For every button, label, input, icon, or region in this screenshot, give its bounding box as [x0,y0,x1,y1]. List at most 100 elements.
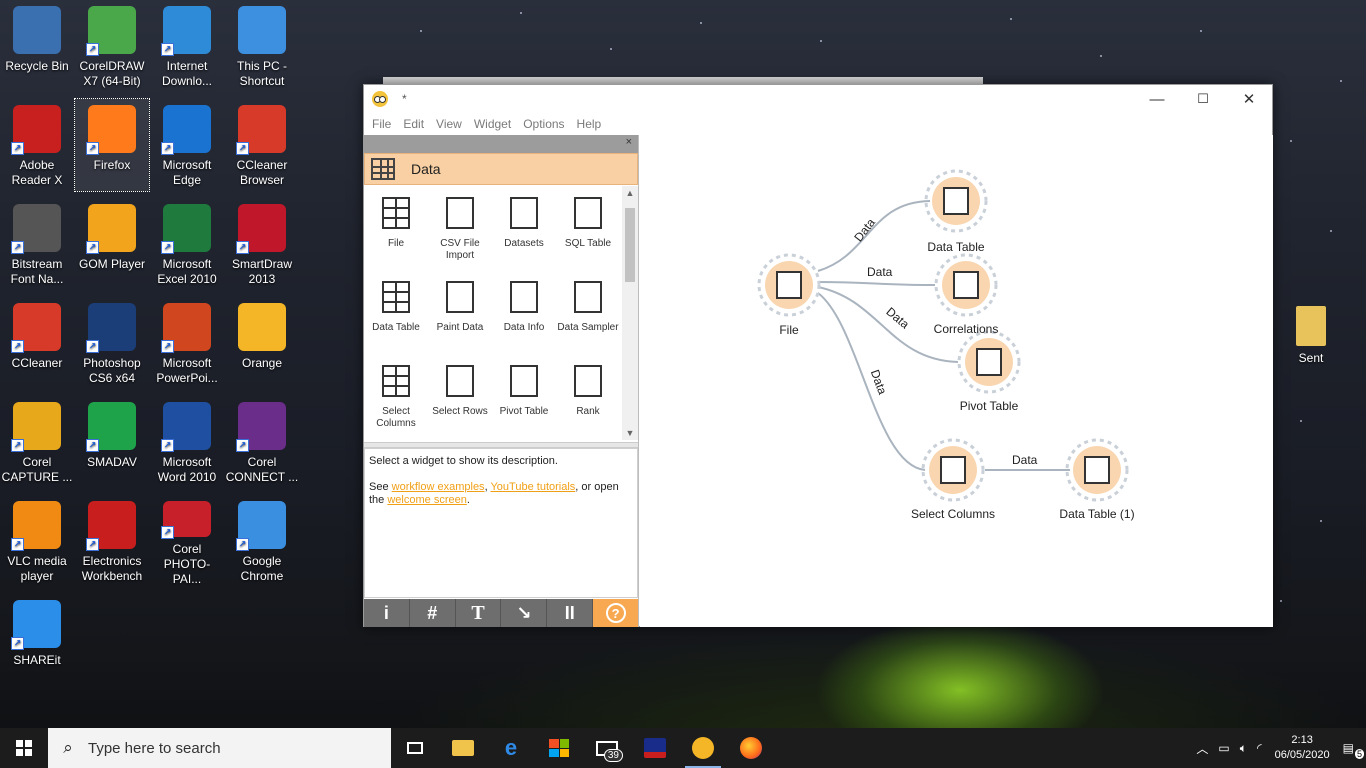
desktop-icon-corel-capture[interactable]: ↗ Corel CAPTURE ... [0,396,74,488]
node-correlations[interactable] [934,253,998,317]
electronics-workbench-taskbar-button[interactable] [631,728,679,768]
menu-options[interactable]: Options [517,117,570,131]
start-button[interactable] [0,728,48,768]
task-view-button[interactable] [391,728,439,768]
help-button[interactable]: ? [593,599,638,627]
store-button[interactable] [535,728,583,768]
desktop-icon-excel[interactable]: ↗ Microsoft Excel 2010 [150,198,224,290]
desktop-icon-label: This PC - Shortcut [236,59,287,88]
desktop-icon-internet-download-manager[interactable]: ↗ Internet Downlo... [150,0,224,92]
desktop-icon-electronics-workbench[interactable]: ↗ Electronics Workbench [75,495,149,587]
shortcut-arrow-icon: ↗ [86,439,99,452]
dock-close-icon[interactable]: × [626,136,632,148]
notification-center-button[interactable]: ▤ 5 [1338,741,1366,759]
desktop-icon-label: CCleaner [11,356,63,370]
desktop-icon-bitstream[interactable]: ↗ Bitstream Font Na... [0,198,74,290]
menu-widget[interactable]: Widget [468,117,517,131]
battery-icon[interactable]: ▭ [1213,741,1234,755]
youtube-tutorials-link[interactable]: YouTube tutorials [490,481,575,493]
widget-select-columns[interactable]: Select Columns [364,354,428,438]
desktop-icon-recycle-bin[interactable]: Recycle Bin [0,0,74,92]
firefox-taskbar-button[interactable] [727,728,775,768]
windows-logo-icon [16,740,32,756]
text-annotation-button[interactable]: T [456,599,502,627]
menu-edit[interactable]: Edit [397,117,430,131]
desktop-icon-orange[interactable]: Orange [225,297,299,389]
category-data-header[interactable]: Data [364,153,638,185]
volume-icon[interactable]: 🔈︎ [1235,741,1252,756]
edge-taskbar-button[interactable]: e [487,728,535,768]
widget-file[interactable]: File [364,186,428,270]
desktop-icon-smartdraw[interactable]: ↗ SmartDraw 2013 [225,198,299,290]
desktop-icon-corel-connect[interactable]: ↗ Corel CONNECT ... [225,396,299,488]
node-data-table[interactable] [924,169,988,233]
scroll-thumb[interactable] [625,208,635,282]
scroll-up-icon[interactable]: ▲ [622,188,638,198]
desktop-icon-firefox[interactable]: ↗ Firefox [74,98,150,192]
data-info-icon [506,278,542,316]
desktop-icon-gom-player[interactable]: ↗ GOM Player [75,198,149,290]
title-bar[interactable]: * — ☐ ✕ [364,85,1272,113]
node-file[interactable] [757,253,821,317]
corel-capture-icon: ↗ [11,402,61,452]
menu-help[interactable]: Help [571,117,608,131]
node-label-pivot-table: Pivot Table [959,399,1019,413]
widget-data-sampler[interactable]: Data Sampler [556,270,620,354]
select-rows-icon [442,362,478,400]
widget-sql-table[interactable]: SQL Table [556,186,620,270]
desktop-icon-smadav[interactable]: ↗ SMADAV [75,396,149,488]
desktop-icon-photoshop[interactable]: ↗ Photoshop CS6 x64 [75,297,149,389]
widget-pivot-table[interactable]: Pivot Table [492,354,556,438]
table-icon [371,158,395,180]
taskbar-search-box[interactable]: ⌕ Type here to search [48,728,391,768]
node-pivot-table[interactable] [957,330,1021,394]
widget-datasets[interactable]: Datasets [492,186,556,270]
desktop-icon-shareit[interactable]: ↗ SHAREit [0,594,74,686]
widget-data-info[interactable]: Data Info [492,270,556,354]
widget-data-table[interactable]: Data Table [364,270,428,354]
widget-paint-data[interactable]: Paint Data [428,270,492,354]
file-explorer-button[interactable] [439,728,487,768]
widget-rank[interactable]: Rank [556,354,620,438]
desktop-icon-adobe-reader[interactable]: ↗ Adobe Reader X [0,99,74,191]
clock-time: 2:13 [1291,734,1313,746]
clock[interactable]: 2:13 06/05/2020 [1267,733,1338,763]
adobe-reader-icon: ↗ [11,105,61,155]
mail-button[interactable]: 39 [583,728,631,768]
desktop-icon-powerpoint[interactable]: ↗ Microsoft PowerPoi... [150,297,224,389]
node-data-table-1[interactable] [1065,438,1129,502]
minimize-button[interactable]: — [1134,85,1180,113]
desktop-icon-edge[interactable]: ↗ Microsoft Edge [150,99,224,191]
wifi-icon[interactable]: ◜ [1252,741,1267,755]
widget-select-rows[interactable]: Select Rows [428,354,492,438]
widget-csv[interactable]: CSV File Import [428,186,492,270]
maximize-button[interactable]: ☐ [1180,85,1226,113]
menu-file[interactable]: File [366,117,397,131]
desktop-icon-ccleaner[interactable]: ↗ CCleaner [0,297,74,389]
welcome-screen-link[interactable]: welcome screen [387,494,466,506]
data-table-1-icon [1084,456,1110,484]
node-select-columns[interactable] [921,438,985,502]
desktop-icon-this-pc[interactable]: This PC - Shortcut [225,0,299,92]
arrow-annotation-button[interactable]: ↘ [501,599,548,627]
workflow-links [757,169,1129,502]
workflow-examples-link[interactable]: workflow examples [392,481,485,493]
chevron-up-icon[interactable]: ︿ [1191,740,1213,757]
desktop-icon-sent[interactable]: Sent [1274,300,1348,392]
desktop-icon-corel-photopaint[interactable]: ↗ Corel PHOTO-PAI... [150,495,224,587]
desktop-icon-ccleaner-browser[interactable]: ↗ CCleaner Browser [225,99,299,191]
menu-view[interactable]: View [430,117,468,131]
info-button[interactable]: i [364,599,410,627]
desktop-icon-chrome[interactable]: ↗ Google Chrome [225,495,299,587]
desktop-icon-vlc[interactable]: ↗ VLC media player [0,495,74,587]
close-button[interactable]: ✕ [1226,85,1272,113]
orange-canvas-window[interactable]: * — ☐ ✕ File Edit View Widget Options He… [363,84,1273,627]
orange-taskbar-button[interactable] [679,728,727,768]
grid-button[interactable]: # [410,599,456,627]
workflow-canvas[interactable]: Data Data Data Data Data File Data Table… [640,135,1273,627]
scroll-down-icon[interactable]: ▼ [622,428,638,438]
widget-scrollbar[interactable]: ▲ ▼ [622,186,638,440]
desktop-icon-coreldraw[interactable]: ↗ CorelDRAW X7 (64-Bit) [75,0,149,92]
pause-button[interactable]: II [547,599,594,627]
desktop-icon-word[interactable]: ↗ Microsoft Word 2010 [150,396,224,488]
